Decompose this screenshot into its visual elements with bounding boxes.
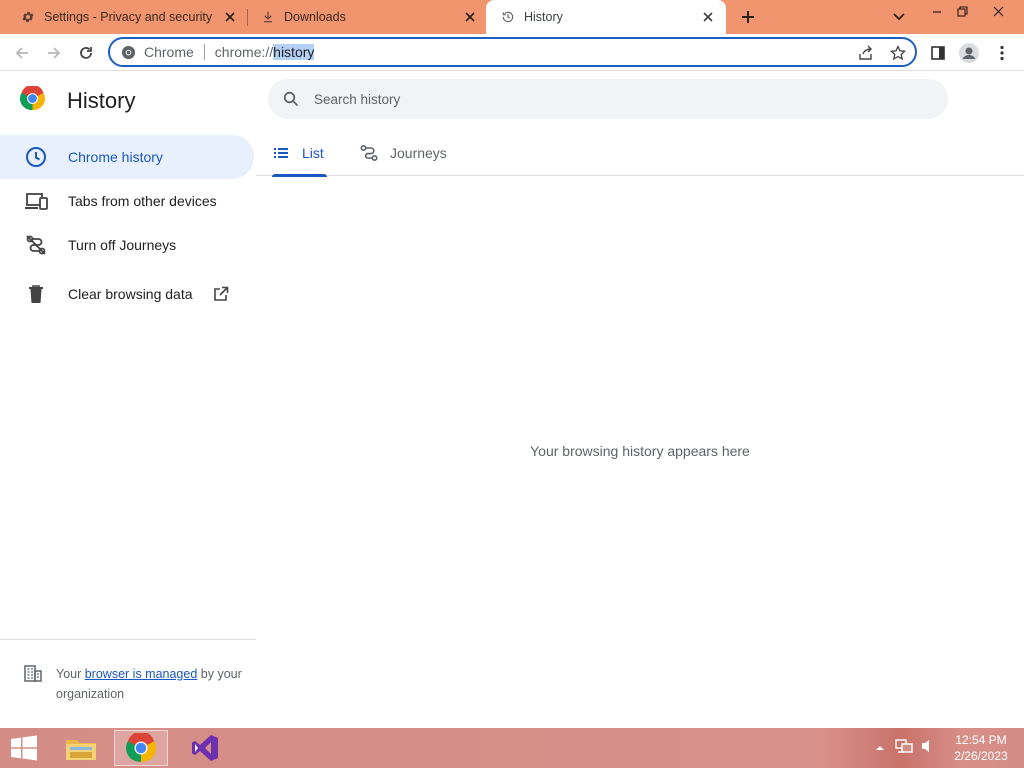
- browser-toolbar: Chrome chrome://history: [0, 34, 1024, 71]
- back-button[interactable]: [9, 40, 35, 66]
- chrome-taskbar-icon[interactable]: [114, 730, 168, 766]
- building-icon: [24, 664, 44, 684]
- browser-managed-link[interactable]: browser is managed: [85, 667, 198, 681]
- forward-button[interactable]: [41, 40, 67, 66]
- tab-settings[interactable]: Settings - Privacy and security: [0, 0, 248, 34]
- volume-icon[interactable]: [921, 738, 935, 759]
- menu-kebab-button[interactable]: [989, 40, 1015, 66]
- sidebar-item-turn-off-journeys[interactable]: Turn off Journeys: [0, 223, 254, 267]
- managed-notice: Your browser is managed by your organiza…: [24, 664, 244, 704]
- clock-icon: [24, 145, 48, 169]
- tab-label: Downloads: [284, 10, 346, 24]
- clock-time: 12:54 PM: [955, 733, 1007, 747]
- close-window-button[interactable]: [984, 0, 1012, 22]
- download-icon: [260, 9, 276, 25]
- minimize-button[interactable]: [926, 0, 948, 22]
- tab-journeys[interactable]: Journeys: [360, 130, 447, 176]
- url-text[interactable]: chrome://history: [215, 44, 315, 60]
- page-header: History: [19, 84, 136, 116]
- visual-studio-icon[interactable]: [180, 730, 230, 766]
- managed-prefix: Your: [56, 667, 85, 681]
- sidebar-item-chrome-history[interactable]: Chrome history: [0, 135, 254, 179]
- sidebar-item-label: Tabs from other devices: [68, 193, 217, 209]
- omnibox-divider: [203, 44, 205, 60]
- tab-list[interactable]: List: [272, 130, 327, 177]
- site-chip: Chrome: [144, 44, 194, 60]
- history-search: [268, 79, 948, 119]
- list-icon: [272, 144, 290, 162]
- bookmark-star-icon[interactable]: [888, 43, 908, 63]
- history-icon: [500, 9, 516, 25]
- url-prefix: chrome://: [214, 44, 274, 60]
- sidebar-divider: [0, 639, 256, 640]
- sidebar-item-tabs-other-devices[interactable]: Tabs from other devices: [0, 179, 254, 223]
- tab-label: Settings - Privacy and security: [44, 10, 213, 24]
- tab-downloads[interactable]: Downloads: [248, 0, 488, 34]
- sidebar-item-clear-browsing-data[interactable]: Clear browsing data: [0, 272, 254, 316]
- clock-date: 2/26/2023: [954, 749, 1008, 763]
- close-tab-icon[interactable]: [700, 9, 716, 25]
- search-input[interactable]: [314, 91, 914, 107]
- tab-search-button[interactable]: [888, 6, 910, 28]
- side-panel-button[interactable]: [925, 40, 951, 66]
- close-tab-icon[interactable]: [222, 9, 238, 25]
- system-tray: [875, 728, 935, 768]
- chrome-site-icon: [120, 44, 136, 60]
- tab-label: History: [524, 10, 563, 24]
- address-bar[interactable]: Chrome chrome://history: [108, 37, 917, 67]
- trash-icon: [24, 282, 48, 306]
- journeys-icon: [360, 144, 378, 162]
- chrome-logo-icon: [19, 84, 46, 116]
- new-tab-button[interactable]: [736, 5, 760, 29]
- tab-label: Journeys: [390, 145, 447, 161]
- url-selected: history: [273, 44, 315, 60]
- external-link-icon: [213, 286, 229, 302]
- close-tab-icon[interactable]: [462, 9, 478, 25]
- windows-taskbar: 12:54 PM 2/26/2023: [0, 728, 1024, 768]
- tab-history[interactable]: History: [486, 0, 726, 34]
- empty-history-message: Your browsing history appears here: [530, 443, 750, 459]
- tray-overflow-icon[interactable]: [875, 739, 885, 757]
- gear-icon: [20, 9, 36, 25]
- tab-strip: Settings - Privacy and security Download…: [0, 0, 1024, 34]
- managed-text: Your browser is managed by your organiza…: [56, 664, 244, 704]
- taskbar-clock[interactable]: 12:54 PM 2/26/2023: [948, 732, 1014, 764]
- devices-icon: [24, 189, 48, 213]
- restore-button[interactable]: [951, 0, 973, 22]
- sidebar-item-label: Turn off Journeys: [68, 237, 177, 253]
- profile-button[interactable]: [956, 40, 982, 66]
- tab-label: List: [302, 145, 324, 161]
- reload-button[interactable]: [73, 40, 99, 66]
- page-title: History: [67, 88, 136, 113]
- windows-start-icon[interactable]: [2, 730, 46, 766]
- share-icon[interactable]: [856, 43, 876, 63]
- journeys-off-icon: [24, 233, 48, 257]
- sidebar-item-label: Clear browsing data: [68, 286, 193, 302]
- search-icon: [282, 90, 300, 108]
- history-tabs: List Journeys: [256, 130, 1024, 177]
- file-explorer-icon[interactable]: [56, 730, 106, 766]
- network-icon[interactable]: [895, 738, 913, 759]
- sidebar-item-label: Chrome history: [68, 149, 163, 165]
